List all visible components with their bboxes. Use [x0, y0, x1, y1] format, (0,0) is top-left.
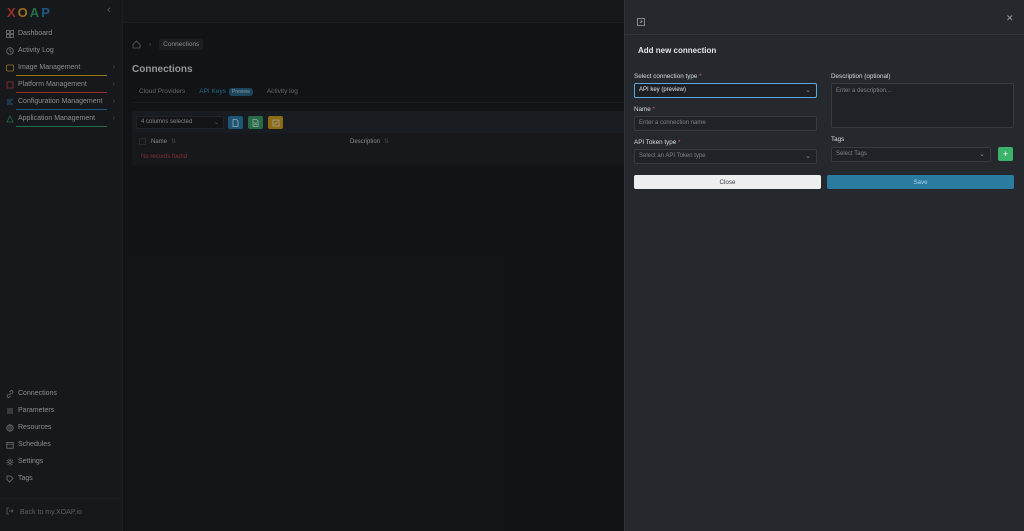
token-type-select[interactable]: Select an API Token type ⌄	[634, 149, 817, 164]
description-label: Description (optional)	[831, 73, 891, 80]
chevron-down-icon: ⌄	[805, 153, 811, 160]
connection-type-value: API key (preview)	[639, 87, 687, 93]
drawer-title: Add new connection	[638, 46, 717, 55]
chevron-down-icon: ⌄	[979, 151, 985, 158]
tags-label: Tags	[831, 136, 845, 143]
required-asterisk: *	[652, 106, 655, 113]
input-placeholder: Enter a connection name	[639, 120, 706, 126]
tags-select[interactable]: Select Tags ⌄	[831, 147, 991, 162]
required-asterisk: *	[699, 73, 702, 80]
plus-icon: +	[1002, 149, 1009, 159]
token-type-label: API Token type *	[634, 139, 680, 146]
textarea-placeholder: Enter a description...	[836, 88, 892, 94]
required-asterisk: *	[678, 139, 681, 146]
add-tag-button[interactable]: +	[998, 147, 1013, 161]
select-placeholder: Select Tags	[836, 151, 867, 157]
expand-icon[interactable]	[637, 13, 645, 31]
chevron-down-icon: ⌄	[805, 87, 811, 94]
close-icon[interactable]: ✕	[1006, 13, 1014, 24]
label-text: API Token type	[634, 139, 677, 146]
description-textarea[interactable]: Enter a description...	[831, 83, 1014, 128]
save-button[interactable]: Save	[827, 175, 1014, 189]
label-text: Select connection type	[634, 73, 698, 80]
modal-backdrop[interactable]	[0, 0, 624, 531]
app-root: X O A P ‹ Dashboard Activity Log Image M…	[0, 0, 1024, 531]
drawer-header	[625, 0, 1024, 35]
close-button[interactable]: Close	[634, 175, 821, 189]
select-placeholder: Select an API Token type	[639, 153, 706, 159]
name-label: Name *	[634, 106, 655, 113]
connection-type-label: Select connection type *	[634, 73, 702, 80]
connection-type-select[interactable]: API key (preview) ⌄	[634, 83, 817, 98]
connection-name-input[interactable]: Enter a connection name	[634, 116, 817, 131]
label-text: Name	[634, 106, 651, 113]
